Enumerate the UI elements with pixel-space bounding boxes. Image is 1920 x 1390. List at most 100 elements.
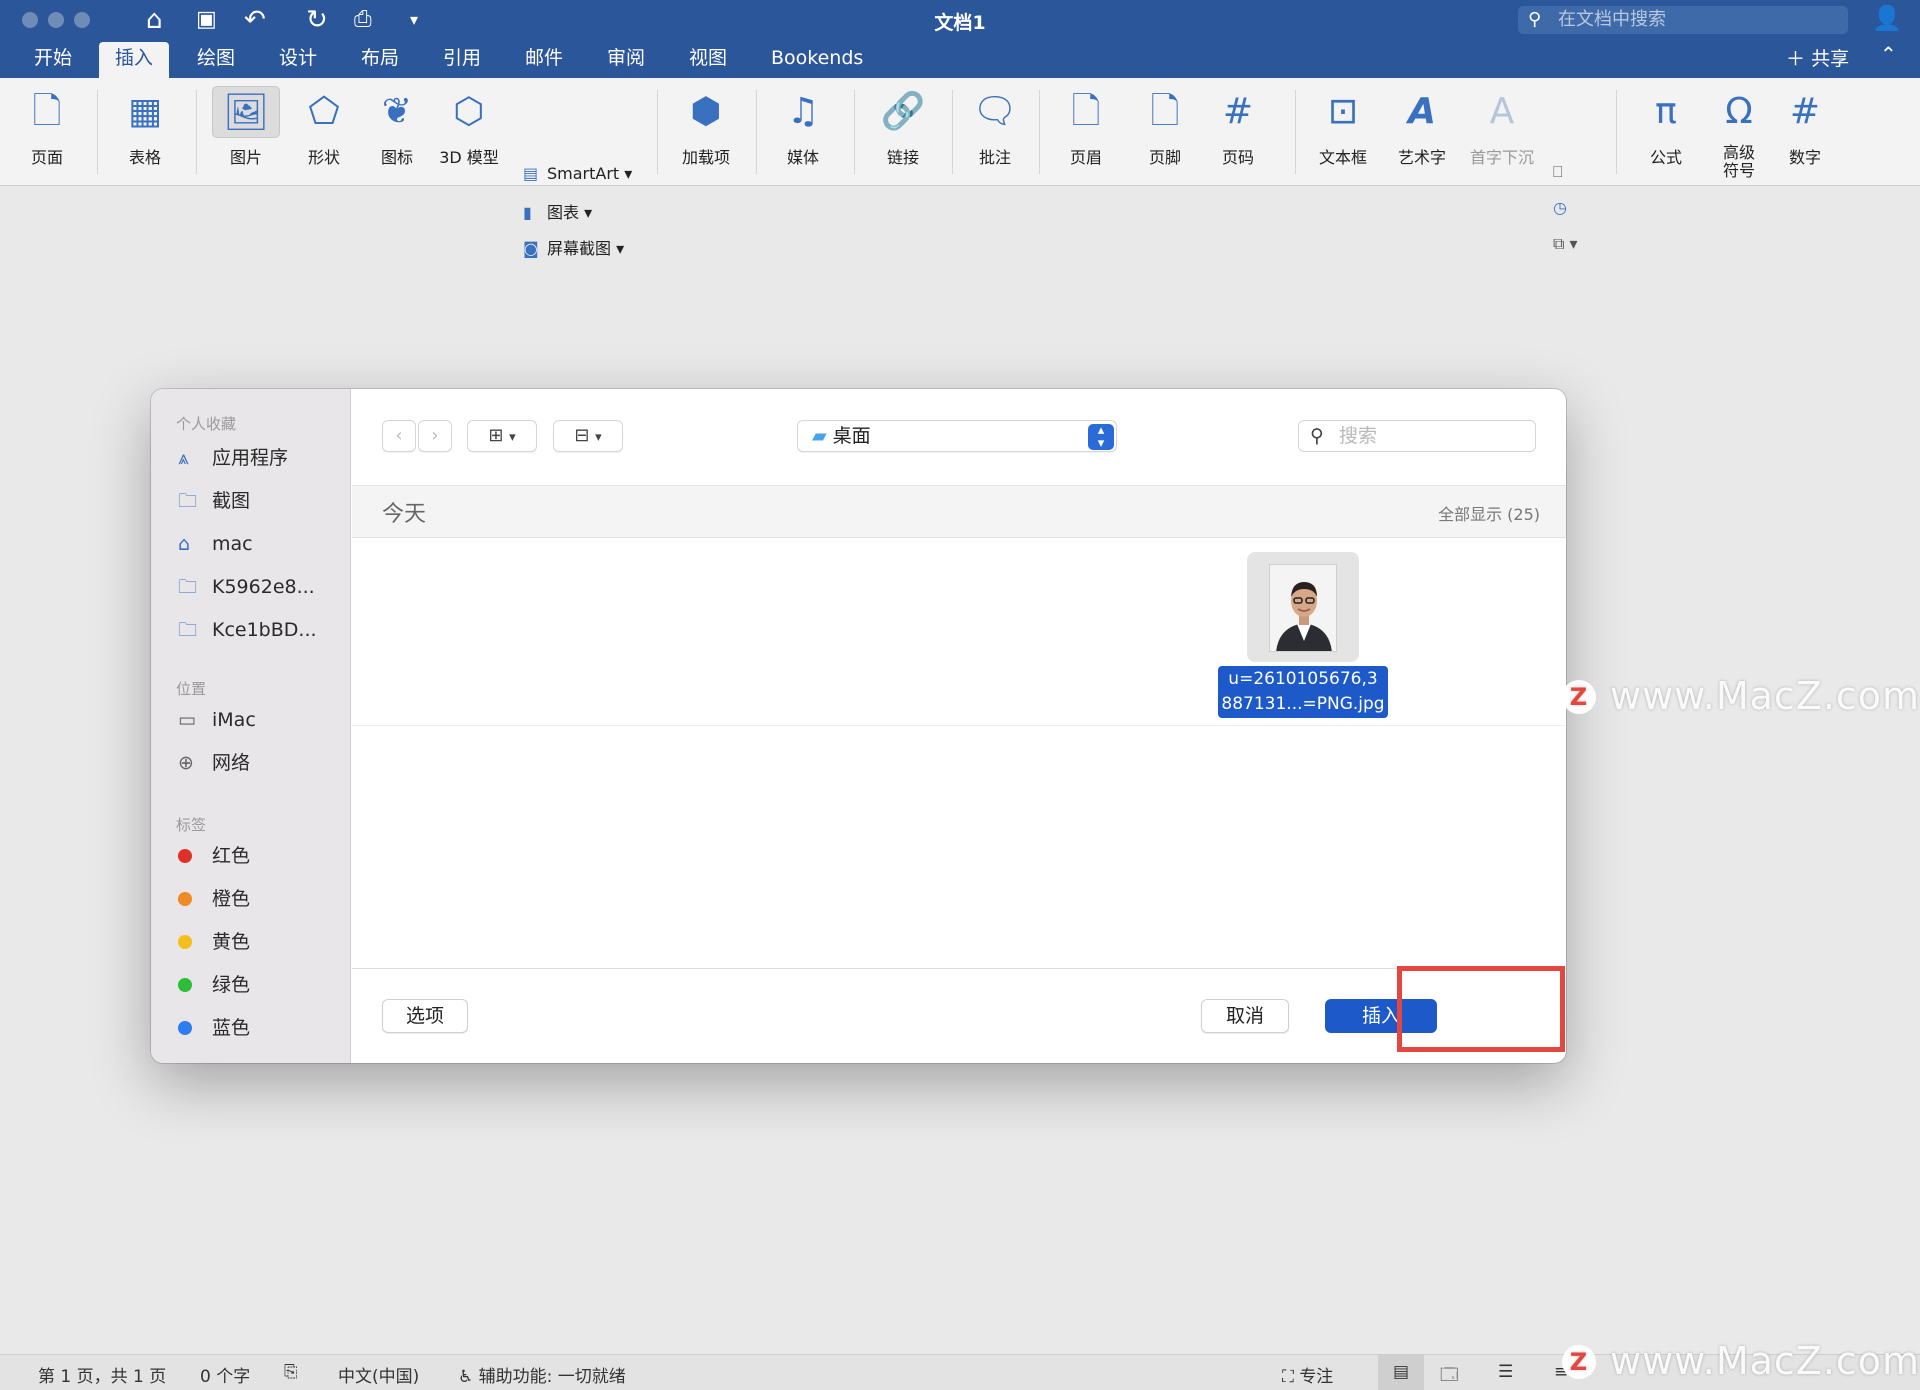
icons-button[interactable]: ❦ 图标 bbox=[372, 86, 422, 168]
tab-home[interactable]: 开始 bbox=[18, 42, 88, 78]
location-select[interactable]: ▰ 桌面 ▴ ▾ bbox=[797, 420, 1117, 452]
wordart-button[interactable]: A 艺术字 bbox=[1392, 86, 1452, 168]
tab-layout[interactable]: 布局 bbox=[345, 42, 415, 78]
table-button[interactable]: ▦ 表格 bbox=[114, 86, 176, 168]
cancel-button[interactable]: 取消 bbox=[1201, 999, 1289, 1033]
view-mode-button[interactable]: ⊞ ▾ bbox=[467, 420, 537, 452]
add-person-icon: ＋ bbox=[1786, 48, 1806, 70]
customize-toolbar-icon[interactable]: ▾ bbox=[410, 4, 418, 36]
footer-button[interactable]: 🗋 页脚 bbox=[1137, 86, 1193, 168]
tab-mailings[interactable]: 邮件 bbox=[509, 42, 579, 78]
tab-design[interactable]: 设计 bbox=[263, 42, 333, 78]
tab-review[interactable]: 审阅 bbox=[591, 42, 661, 78]
number-button[interactable]: # 数字 bbox=[1780, 86, 1830, 168]
sidebar-tag-yellow[interactable]: 黄色 bbox=[173, 927, 250, 957]
tab-view[interactable]: 视图 bbox=[673, 42, 743, 78]
selected-file-name[interactable]: u=2610105676,3 887131...=PNG.jpg bbox=[1218, 666, 1388, 718]
group-by-button[interactable]: ⊟ ▾ bbox=[553, 420, 623, 452]
pages-label: 页面 bbox=[30, 148, 63, 167]
proofing-icon[interactable]: ⎘ bbox=[284, 1362, 298, 1382]
zoom-window-button[interactable] bbox=[74, 12, 90, 28]
search-icon: ⚲ bbox=[1310, 425, 1324, 447]
up-down-stepper-icon: ▴ ▾ bbox=[1088, 424, 1114, 450]
ribbon-separator bbox=[97, 90, 98, 174]
forward-button[interactable]: › bbox=[418, 420, 452, 452]
media-button[interactable]: ♫ 媒体 bbox=[772, 86, 834, 168]
portrait-photo bbox=[1269, 564, 1337, 652]
tab-references[interactable]: 引用 bbox=[427, 42, 497, 78]
outline-view-icon[interactable]: ☰ bbox=[1498, 1362, 1513, 1382]
equation-button[interactable]: π 公式 bbox=[1636, 86, 1696, 168]
header-button[interactable]: 🗋 页眉 bbox=[1058, 86, 1114, 168]
collapse-ribbon-icon[interactable]: ⌃ bbox=[1880, 42, 1897, 66]
sidebar-item-imac[interactable]: ▭ iMac bbox=[178, 705, 256, 735]
pictures-button[interactable]: 🖼 图片 bbox=[212, 86, 280, 168]
insert-button[interactable]: 插入 bbox=[1325, 999, 1437, 1033]
ribbon-tabs: 开始 插入 绘图 设计 布局 引用 邮件 审阅 视图 Bookends bbox=[0, 42, 1920, 78]
word-count[interactable]: 0 个字 bbox=[200, 1362, 250, 1387]
sidebar-tag-red[interactable]: 红色 bbox=[173, 841, 250, 871]
save-icon[interactable]: ▣ bbox=[196, 4, 217, 36]
symbol-button[interactable]: Ω 高级符号 bbox=[1710, 86, 1768, 180]
redo-icon[interactable]: ↻ bbox=[306, 4, 328, 36]
back-button[interactable]: ‹ bbox=[382, 420, 416, 452]
sidebar-tag-green[interactable]: 绿色 bbox=[173, 970, 250, 1000]
page-number-button[interactable]: # 页码 bbox=[1210, 86, 1266, 168]
addins-button[interactable]: ⬢ 加载项 bbox=[673, 86, 739, 168]
textbox-button[interactable]: ⊡ 文本框 bbox=[1312, 86, 1374, 168]
sidebar-tag-orange[interactable]: 橙色 bbox=[173, 884, 250, 914]
chart-button[interactable]: ▮ 图表 ▾ bbox=[523, 199, 592, 223]
sidebar-item-label: 黄色 bbox=[212, 931, 251, 953]
profile-icon[interactable]: 👤 bbox=[1872, 4, 1902, 32]
language[interactable]: 中文(中国) bbox=[338, 1362, 419, 1387]
date-time-icon[interactable]: ◷ bbox=[1553, 198, 1567, 217]
tab-insert[interactable]: 插入 bbox=[99, 42, 170, 78]
dialog-search-input[interactable]: ⚲ 搜索 bbox=[1298, 420, 1536, 452]
sidebar-tag-blue[interactable]: 蓝色 bbox=[173, 1013, 250, 1043]
icons-label: 图标 bbox=[380, 148, 413, 167]
ribbon-insert: 🗋 页面 ▦ 表格 🖼 图片 ⬠ 形状 ❦ 图标 ⬡ 3D 模型 ▤ SmartArt ▾ ▮… bbox=[0, 78, 1920, 258]
signature-line-icon[interactable]: ⎕ bbox=[1553, 162, 1563, 182]
print-layout-view-icon[interactable]: ▤ bbox=[1378, 1355, 1424, 1390]
shapes-button[interactable]: ⬠ 形状 bbox=[296, 86, 352, 168]
smartart-button[interactable]: ▤ SmartArt ▾ bbox=[523, 164, 632, 183]
sidebar-item-folder-kce1b[interactable]: 🗀 Kce1bBD... bbox=[178, 615, 317, 645]
close-window-button[interactable] bbox=[22, 12, 38, 28]
header-label: 页眉 bbox=[1069, 148, 1102, 167]
header-icon: 🗋 bbox=[1071, 91, 1101, 132]
accessibility-status[interactable]: ♿ 辅助功能: 一切就绪 bbox=[458, 1362, 626, 1387]
show-all-link[interactable]: 全部显示 (25) bbox=[1438, 501, 1540, 525]
file-thumbnail[interactable] bbox=[1247, 552, 1359, 662]
tab-bookends[interactable]: Bookends bbox=[755, 42, 879, 78]
options-button[interactable]: 选项 bbox=[382, 999, 468, 1033]
link-button[interactable]: 🔗 链接 bbox=[870, 86, 936, 168]
dropcap-button[interactable]: A 首字下沉 bbox=[1464, 86, 1540, 168]
print-icon[interactable]: ⎙ bbox=[354, 4, 372, 36]
number-label: 数字 bbox=[1788, 148, 1821, 167]
tab-draw[interactable]: 绘图 bbox=[181, 42, 251, 78]
accessibility-label: 辅助功能: 一切就绪 bbox=[478, 1367, 626, 1387]
undo-icon[interactable]: ↶ bbox=[244, 4, 266, 36]
sidebar-item-network[interactable]: ⊕ 网络 bbox=[178, 748, 250, 778]
screenshot-button[interactable]: ◙ 屏幕截图 ▾ bbox=[523, 235, 624, 259]
sidebar-item-applications[interactable]: ⩓ 应用程序 bbox=[178, 443, 288, 473]
macz-logo-icon: Z bbox=[1562, 1345, 1596, 1379]
home-icon[interactable]: ⌂ bbox=[146, 4, 163, 36]
document-search-input[interactable]: ⚲ 在文档中搜索 bbox=[1518, 6, 1848, 34]
chevron-left-icon: ‹ bbox=[395, 425, 403, 446]
web-layout-view-icon[interactable]: 🗔 bbox=[1440, 1362, 1458, 1390]
sidebar-item-screenshots[interactable]: 🗀 截图 bbox=[178, 486, 250, 516]
page-count[interactable]: 第 1 页，共 1 页 bbox=[38, 1362, 166, 1387]
footer-divider bbox=[352, 968, 1566, 969]
sidebar-item-folder-k5962[interactable]: 🗀 K5962e8... bbox=[178, 572, 315, 602]
focus-mode-button[interactable]: ⛶ 专注 bbox=[1282, 1362, 1333, 1387]
object-icon[interactable]: ⧉ ▾ bbox=[1553, 234, 1578, 254]
footer-icon: 🗋 bbox=[1150, 91, 1180, 132]
minimize-window-button[interactable] bbox=[48, 12, 64, 28]
pages-button[interactable]: 🗋 页面 bbox=[24, 86, 70, 168]
comment-button[interactable]: 🗨 批注 bbox=[969, 86, 1021, 168]
share-button[interactable]: ＋ 共享 bbox=[1786, 44, 1849, 71]
3d-models-button[interactable]: ⬡ 3D 模型 bbox=[436, 86, 502, 168]
folder-icon: 🗀 bbox=[178, 619, 198, 641]
sidebar-item-mac[interactable]: ⌂ mac bbox=[178, 529, 253, 559]
